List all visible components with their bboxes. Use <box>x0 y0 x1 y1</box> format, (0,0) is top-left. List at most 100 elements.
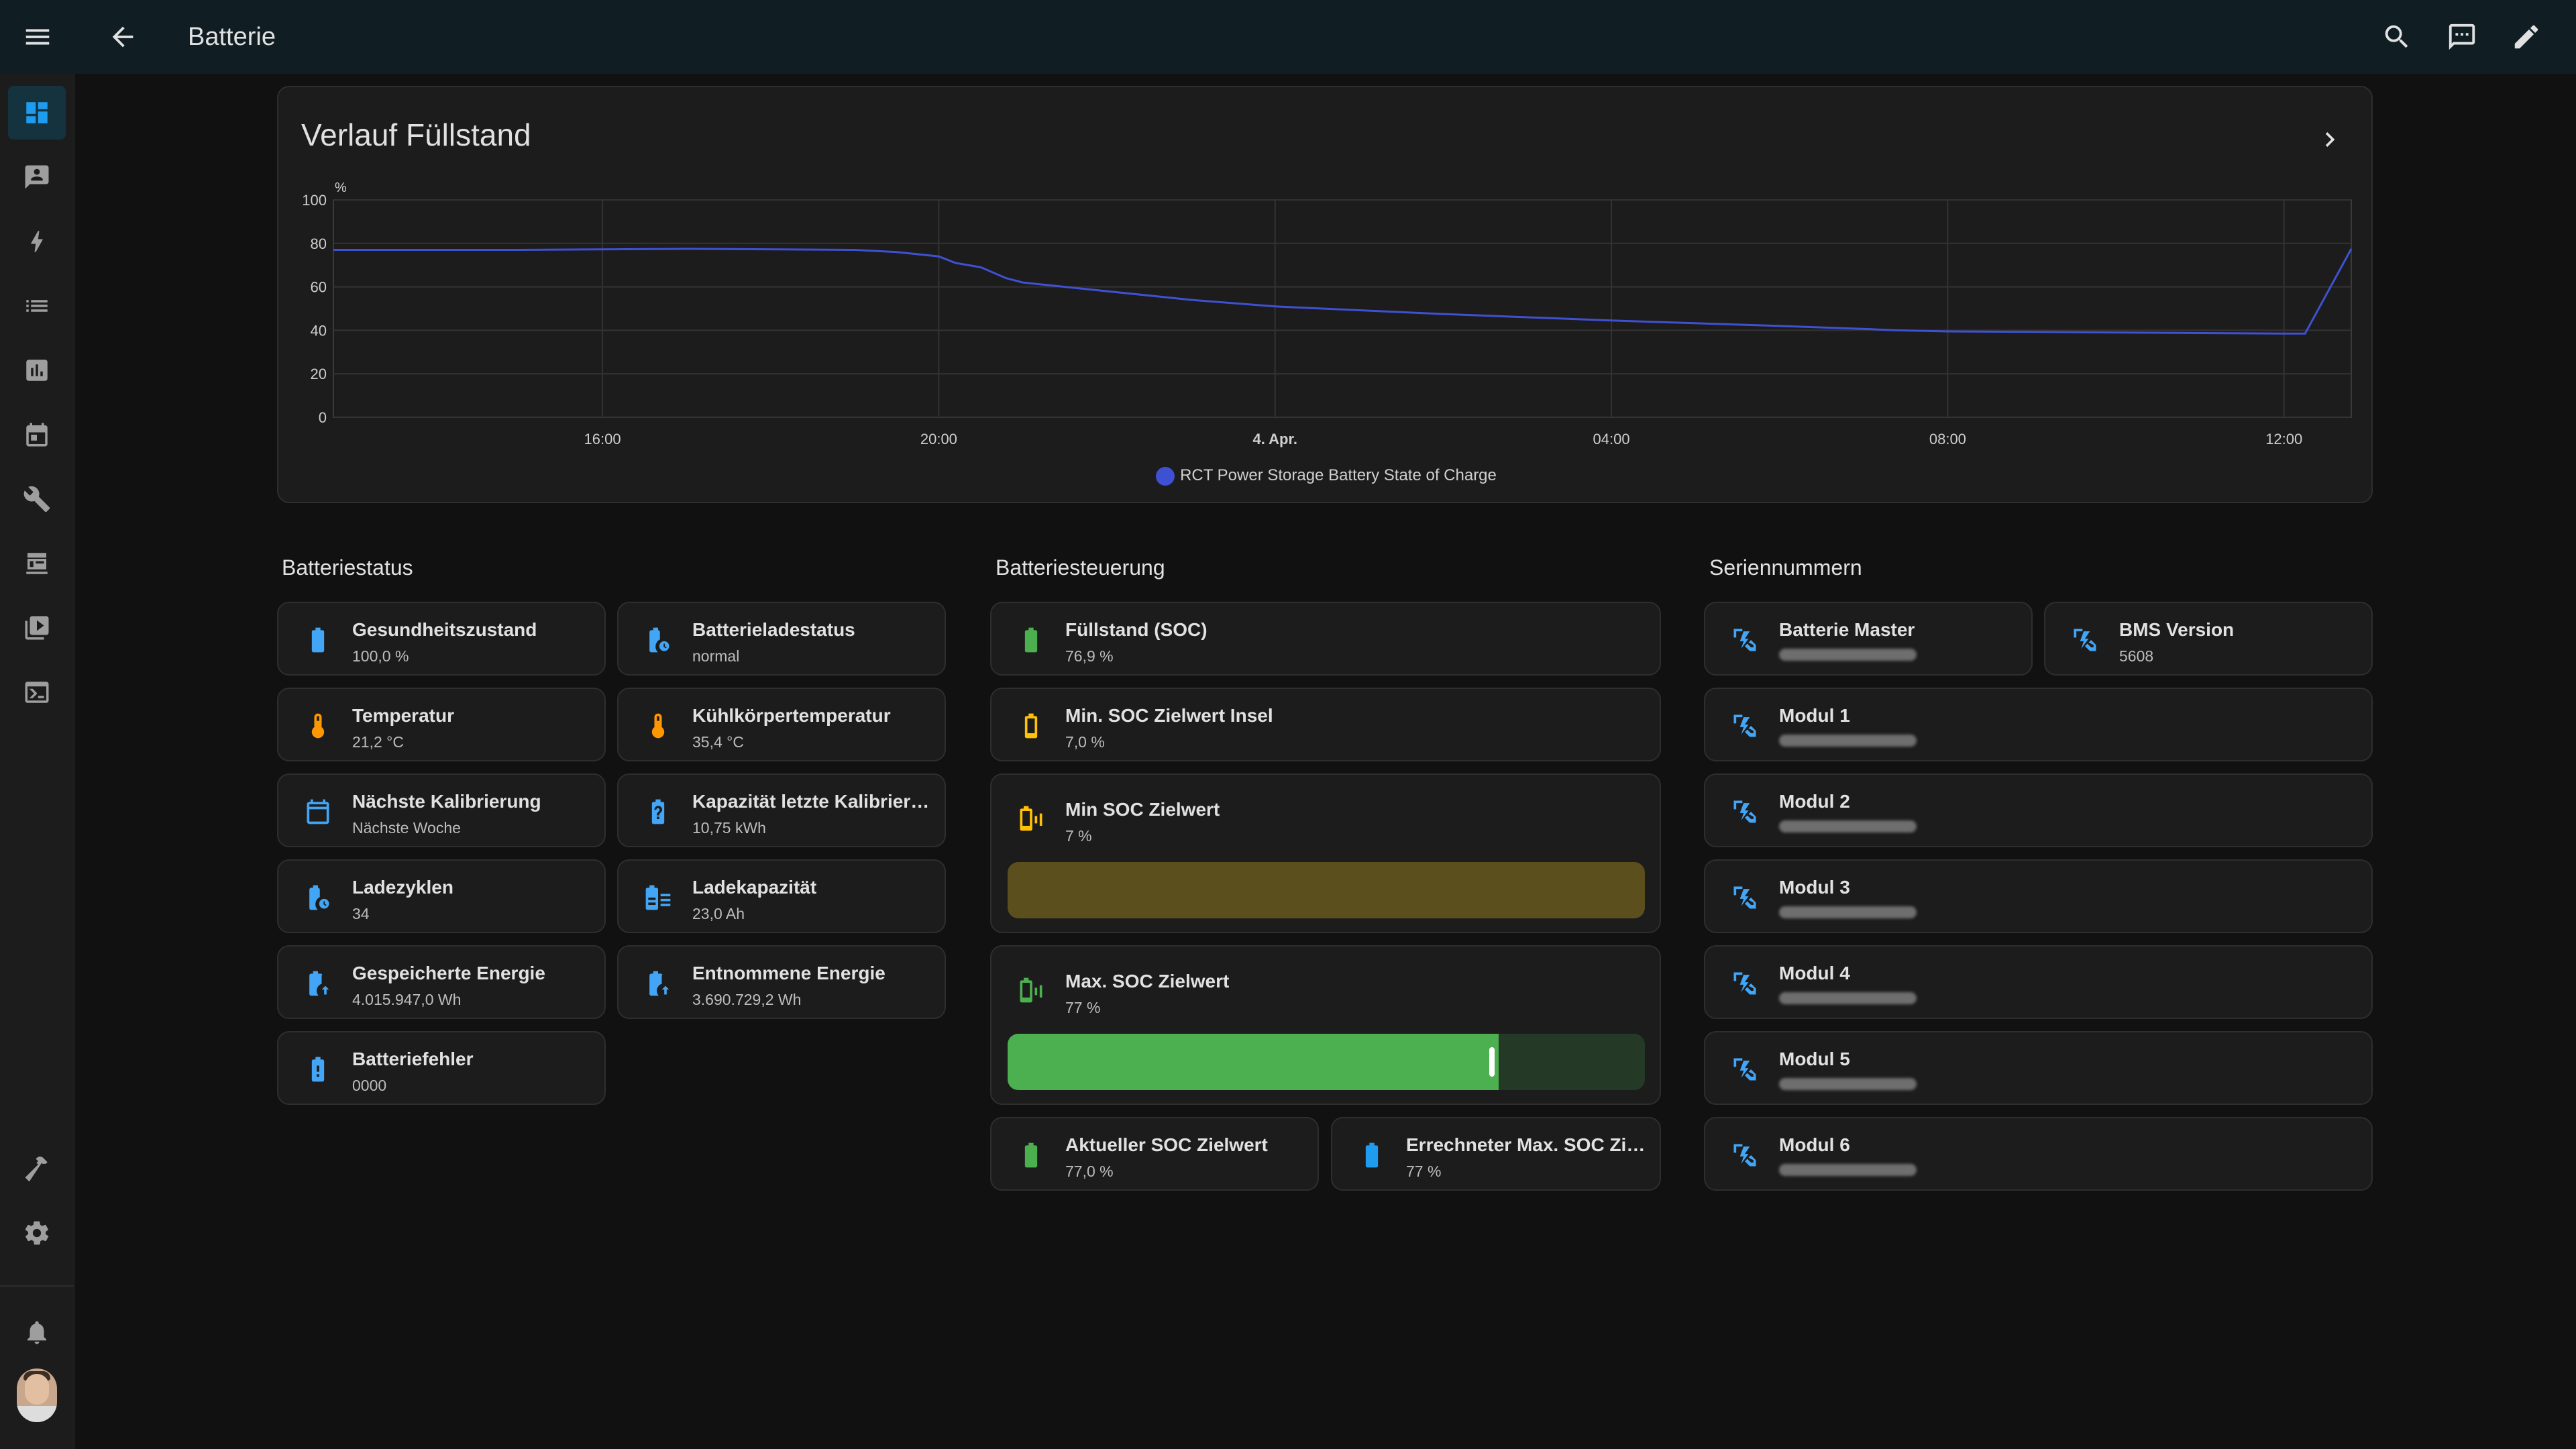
battery-sound-icon <box>1012 971 1051 1010</box>
tools-icon <box>23 486 50 513</box>
tile-value: 76,9 % <box>1065 647 1114 665</box>
tile-name: Kühlkörpertemperatur <box>692 705 891 726</box>
sidebar-item-hacs[interactable] <box>8 537 66 590</box>
chart-legend[interactable]: RCT Power Storage Battery State of Charg… <box>278 466 2374 486</box>
tile-name: Aktueller SOC Zielwert <box>1065 1134 1268 1155</box>
min-soc-slider[interactable] <box>1008 862 1645 918</box>
sidebar-item-media[interactable] <box>8 601 66 655</box>
tile-name: Gesundheitszustand <box>352 619 537 640</box>
back-arrow-icon[interactable] <box>104 18 142 56</box>
legend-label: RCT Power Storage Battery State of Charg… <box>1180 466 1497 484</box>
tile-errechneter-max-soc-zielwert[interactable]: Errechneter Max. SOC Ziel... 77 % <box>1331 1117 1661 1191</box>
max-soc-slider-thumb[interactable] <box>1489 1047 1495 1077</box>
tile-ladekapazitaet[interactable]: Ladekapazität 23,0 Ah <box>617 859 946 933</box>
tile-name: Modul 5 <box>1779 1049 1850 1069</box>
tile-name: Modul 3 <box>1779 877 1850 898</box>
tile-ladezyklen[interactable]: Ladezyklen 34 <box>277 859 606 933</box>
x-tick-label: 08:00 <box>1929 431 1966 447</box>
tile-value: 7 % <box>1065 827 1092 845</box>
tile-naechste-kalibrierung[interactable]: Nächste Kalibrierung Nächste Woche <box>277 773 606 847</box>
tile-name: Modul 1 <box>1779 705 1850 726</box>
battery-outline-icon <box>1012 706 1051 745</box>
tile-batteriefehler[interactable]: Batteriefehler 0000 <box>277 1031 606 1105</box>
redacted-value <box>1779 1078 1917 1090</box>
x-tick-label: 20:00 <box>920 431 957 447</box>
tile-name: Min. SOC Zielwert Insel <box>1065 705 1273 726</box>
tile-temperatur[interactable]: Temperatur 21,2 °C <box>277 688 606 761</box>
notifications-icon <box>28 1321 46 1344</box>
serial-number-icon <box>1725 792 1764 831</box>
tile-min-soc-zielwert-insel[interactable]: Min. SOC Zielwert Insel 7,0 % <box>990 688 1661 761</box>
search-icon[interactable] <box>2378 18 2416 56</box>
sidebar-divider <box>0 1285 74 1287</box>
redacted-value <box>1779 992 1917 1004</box>
tile-value: Nächste Woche <box>352 819 461 837</box>
map-icon <box>25 165 49 189</box>
tile-batterieladestatus[interactable]: Batterieladestatus normal <box>617 602 946 676</box>
tile-value: 100,0 % <box>352 647 409 665</box>
user-avatar[interactable] <box>17 1368 57 1422</box>
tile-value: 35,4 °C <box>692 733 744 751</box>
assist-icon[interactable] <box>2443 18 2481 56</box>
menu-icon[interactable] <box>19 18 56 56</box>
sidebar-item-dashboard[interactable] <box>8 86 66 140</box>
y-tick-label: 0 <box>319 409 327 426</box>
tile-value: 10,75 kWh <box>692 819 766 837</box>
y-unit-label: % <box>335 180 347 195</box>
tile-bms-version[interactable]: BMS Version 5608 <box>2044 602 2373 676</box>
tile-modul-4[interactable]: Modul 4 <box>1704 945 2373 1019</box>
tile-kuehlkoerpertemperatur[interactable]: Kühlkörpertemperatur 35,4 °C <box>617 688 946 761</box>
y-tick-label: 20 <box>311 366 327 382</box>
battery-icon <box>299 621 337 659</box>
tile-modul-3[interactable]: Modul 3 <box>1704 859 2373 933</box>
sidebar-item-logbook[interactable] <box>8 279 66 333</box>
redacted-value <box>1779 1164 1917 1176</box>
y-tick-label: 40 <box>311 322 327 339</box>
tile-gespeicherte-energie[interactable]: Gespeicherte Energie 4.015.947,0 Wh <box>277 945 606 1019</box>
tile-modul-5[interactable]: Modul 5 <box>1704 1031 2373 1105</box>
tile-name: Errechneter Max. SOC Ziel... <box>1406 1134 1648 1155</box>
tile-modul-6[interactable]: Modul 6 <box>1704 1117 2373 1191</box>
sidebar-item-history[interactable] <box>8 343 66 397</box>
developer-tools-icon <box>25 1157 48 1182</box>
x-tick-label: 12:00 <box>2265 431 2302 447</box>
max-soc-slider[interactable] <box>1008 1034 1645 1090</box>
x-tick-label: 04:00 <box>1593 431 1630 447</box>
tile-value: 7,0 % <box>1065 733 1105 751</box>
serial-number-icon <box>1725 1136 1764 1175</box>
tile-kapazitaet-letzte-kalibrierung[interactable]: Kapazität letzte Kalibrieru... 10,75 kWh <box>617 773 946 847</box>
tile-name: Ladezyklen <box>352 877 453 898</box>
tile-value: 23,0 Ah <box>692 905 745 922</box>
thermometer-icon <box>299 706 337 745</box>
sidebar-item-developer-tools[interactable] <box>8 1142 66 1195</box>
tile-batterie-master[interactable]: Batterie Master <box>1704 602 2033 676</box>
edit-pencil-icon[interactable] <box>2508 18 2545 56</box>
tile-min-soc-zielwert[interactable]: Min SOC Zielwert 7 % <box>990 773 1661 933</box>
sidebar-item-calendar[interactable] <box>8 408 66 462</box>
media-icon <box>25 616 49 640</box>
sidebar-item-tools[interactable] <box>8 472 66 526</box>
sidebar-item-notifications[interactable] <box>8 1305 66 1359</box>
tile-modul-2[interactable]: Modul 2 <box>1704 773 2373 847</box>
sidebar-item-map[interactable] <box>8 150 66 204</box>
x-tick-label: 4. Apr. <box>1253 431 1297 447</box>
soc-line-chart[interactable]: 0 20 40 60 80 100% 16:00 20:00 4. Apr. 04:00 08:00… <box>278 87 2371 463</box>
energy-icon <box>31 231 43 252</box>
page-title: Batterie <box>188 23 276 51</box>
tile-max-soc-zielwert[interactable]: Max. SOC Zielwert 77 % <box>990 945 1661 1105</box>
tile-gesundheitszustand[interactable]: Gesundheitszustand 100,0 % <box>277 602 606 676</box>
serial-number-icon <box>1725 964 1764 1003</box>
tile-name: Min SOC Zielwert <box>1065 799 1220 820</box>
tile-modul-1[interactable]: Modul 1 <box>1704 688 2373 761</box>
sidebar-item-terminal[interactable] <box>8 665 66 719</box>
sidebar-item-energy[interactable] <box>8 215 66 268</box>
tile-name: Kapazität letzte Kalibrieru... <box>692 791 934 812</box>
serial-number-icon <box>1725 621 1764 659</box>
tile-fuellstand-soc[interactable]: Füllstand (SOC) 76,9 % <box>990 602 1661 676</box>
battery-icon <box>1012 1136 1051 1175</box>
calendar-icon <box>26 423 48 447</box>
x-tick-label: 16:00 <box>584 431 621 447</box>
sidebar-item-settings[interactable] <box>8 1206 66 1260</box>
tile-aktueller-soc-zielwert[interactable]: Aktueller SOC Zielwert 77,0 % <box>990 1117 1319 1191</box>
tile-entnommene-energie[interactable]: Entnommene Energie 3.690.729,2 Wh <box>617 945 946 1019</box>
